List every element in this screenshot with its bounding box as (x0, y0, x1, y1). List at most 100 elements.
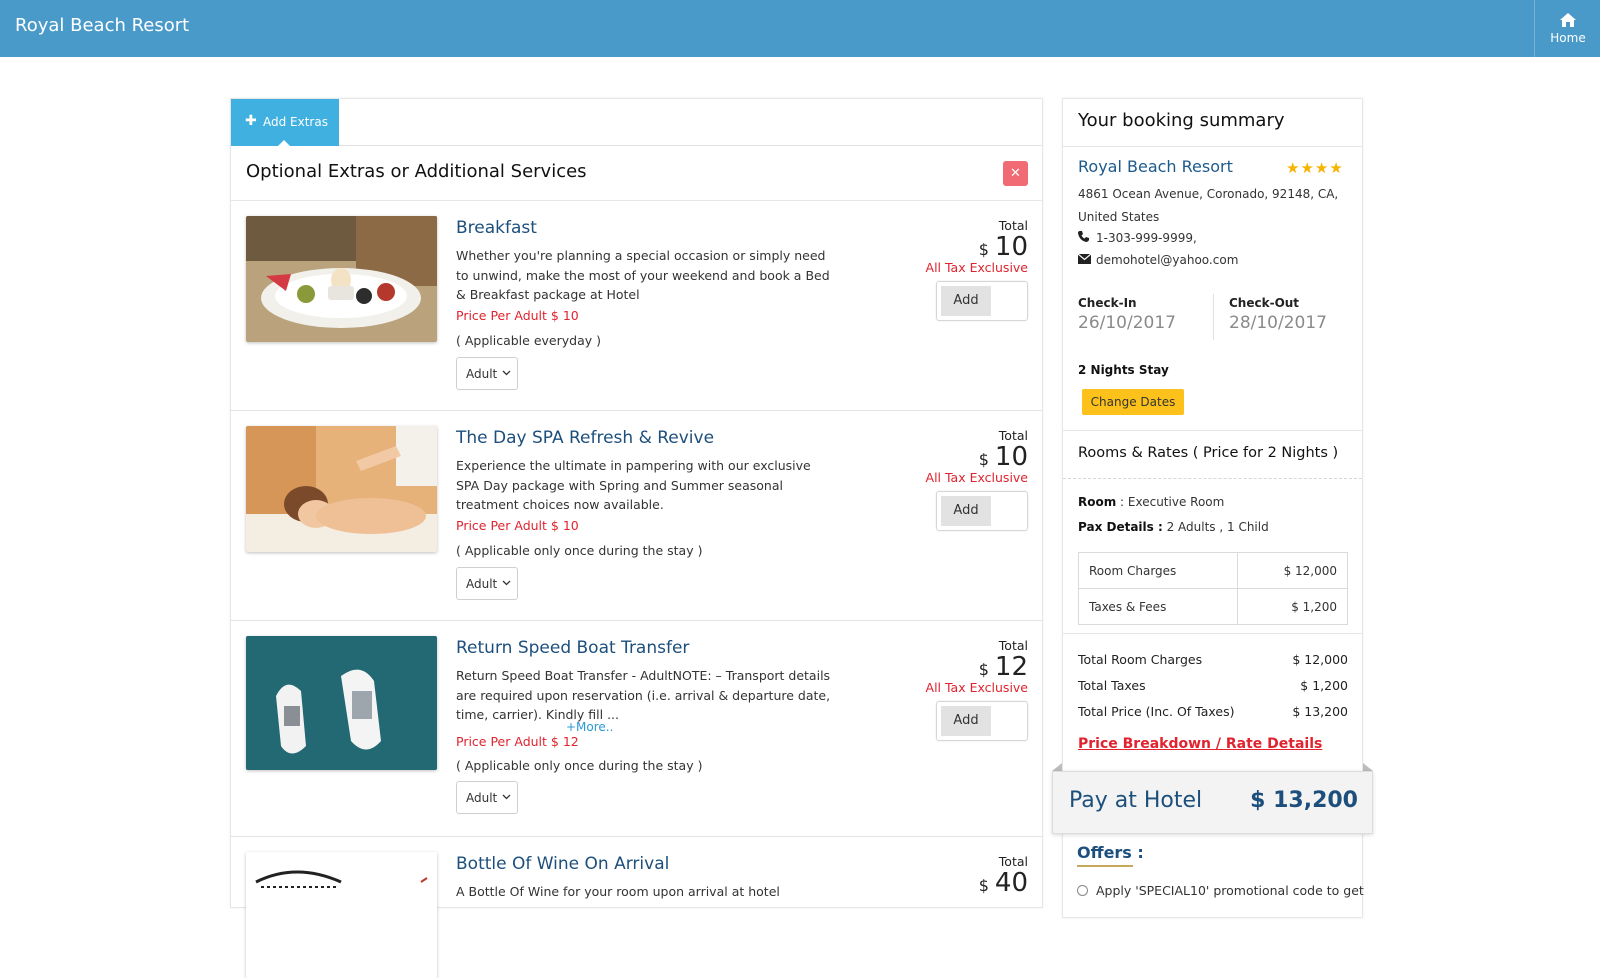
guest-type-select[interactable]: Adult (456, 357, 518, 390)
currency: $ (978, 876, 989, 895)
tab-add-extras[interactable]: ✚ Add Extras (231, 99, 339, 146)
pax-label: Pax Details : (1078, 520, 1163, 534)
extra-description: Experience the ultimate in pampering wit… (456, 458, 811, 512)
offers-title: Offers : (1077, 843, 1144, 862)
change-dates-button[interactable]: Change Dates (1082, 389, 1184, 415)
extra-title[interactable]: Return Speed Boat Transfer (456, 638, 689, 658)
rooms-rates-title: Rooms & Rates ( Price for 2 Nights ) (1078, 445, 1339, 461)
radio-button[interactable] (1077, 885, 1088, 896)
table-row: Room Charges $ 12,000 (1078, 552, 1348, 589)
tab-bar: ✚ Add Extras (231, 99, 1042, 146)
tab-caret (278, 140, 290, 146)
breakfast-image (246, 216, 437, 342)
extra-applicable: ( Applicable everyday ) (456, 333, 601, 348)
add-box: Add (936, 491, 1028, 531)
currency: $ (978, 450, 989, 469)
home-icon (1560, 13, 1576, 27)
add-box: Add (936, 281, 1028, 321)
home-label: Home (1550, 31, 1586, 45)
checkout-date: 28/10/2017 (1229, 313, 1327, 333)
currency: $ (978, 660, 989, 679)
extra-title[interactable]: Breakfast (456, 218, 537, 238)
extra-item-breakfast: Breakfast Whether you're planning a spec… (231, 201, 1042, 411)
extra-price: Price Per Adult $ 12 (456, 734, 579, 749)
total-taxes: Total Taxes $ 1,200 (1078, 678, 1348, 693)
total-room-charges: Total Room Charges $ 12,000 (1078, 652, 1348, 667)
phone-text: 1-303-999-9999, (1096, 231, 1197, 245)
pay-label: Pay at Hotel (1069, 788, 1203, 813)
summary-title: Your booking summary (1078, 110, 1285, 131)
section-title: Optional Extras or Additional Services (246, 161, 587, 182)
hotel-phone: 1-303-999-9999, (1078, 231, 1197, 245)
extra-description: Return Speed Boat Transfer - AdultNOTE: … (456, 668, 831, 722)
offer-option[interactable]: Apply 'SPECIAL10' promotional code to ge… (1077, 883, 1364, 898)
close-icon: ✕ (1010, 166, 1021, 181)
brand-title[interactable]: Royal Beach Resort (15, 15, 189, 36)
total-row-value: $ 13,200 (1292, 704, 1348, 719)
guest-type-value: Adult (466, 367, 498, 381)
extra-title[interactable]: The Day SPA Refresh & Revive (456, 428, 714, 448)
total-row-label: Total Room Charges (1078, 652, 1203, 667)
divider (1063, 430, 1362, 431)
add-box: Add (936, 701, 1028, 741)
checkin-label: Check-In (1078, 296, 1137, 310)
divider (1063, 146, 1362, 147)
add-button[interactable]: Add (941, 496, 991, 526)
total-amount: $10 (979, 232, 1028, 262)
charges-table: Room Charges $ 12,000 Taxes & Fees $ 1,2… (1078, 552, 1348, 625)
hotel-name[interactable]: Royal Beach Resort (1078, 157, 1233, 176)
currency: $ (978, 240, 989, 259)
guest-type-select[interactable]: Adult (456, 567, 518, 600)
add-button[interactable]: Add (941, 286, 991, 316)
boat-image (246, 636, 437, 770)
extra-applicable: ( Applicable only once during the stay ) (456, 758, 703, 773)
total-row-label: Total Taxes (1078, 678, 1146, 693)
home-button[interactable]: Home (1534, 0, 1600, 57)
total-label: Total (998, 638, 1028, 653)
charge-label: Taxes & Fees (1078, 588, 1238, 625)
nights-stay: 2 Nights Stay (1078, 363, 1169, 377)
tab-add-extras-label: Add Extras (263, 115, 328, 129)
total-price: Total Price (Inc. Of Taxes) $ 13,200 (1078, 704, 1348, 719)
offer-text: Apply 'SPECIAL10' promotional code to ge… (1096, 883, 1364, 898)
ribbon-fold-left (1052, 763, 1062, 771)
phone-icon (1078, 231, 1096, 245)
hotel-address: 4861 Ocean Avenue, Coronado, 92148, CA, … (1078, 187, 1339, 224)
tax-note: All Tax Exclusive (925, 260, 1028, 275)
more-link[interactable]: +More.. (566, 720, 613, 734)
ribbon-fold-right (1363, 763, 1373, 771)
add-button[interactable]: Add (941, 706, 991, 736)
room-value: : Executive Room (1116, 495, 1225, 509)
email-text[interactable]: demohotel@yahoo.com (1096, 253, 1238, 267)
divider (1063, 633, 1362, 634)
hotel-email: demohotel@yahoo.com (1077, 253, 1238, 267)
extra-title[interactable]: Bottle Of Wine On Arrival (456, 854, 669, 874)
offers-underline (1077, 865, 1133, 867)
extra-price: Price Per Adult $ 10 (456, 308, 579, 323)
total-value: 10 (994, 442, 1028, 472)
pay-at-hotel-banner: Pay at Hotel $ 13,200 (1052, 771, 1373, 834)
total-label: Total (998, 854, 1028, 869)
total-row-value: $ 12,000 (1292, 652, 1348, 667)
extra-item-boat-transfer: Return Speed Boat Transfer Return Speed … (231, 621, 1042, 837)
extra-item-wine: Bottle Of Wine On Arrival A Bottle Of Wi… (231, 837, 1042, 978)
plus-icon: ✚ (245, 113, 257, 129)
total-amount: $12 (979, 652, 1028, 682)
divider (1213, 294, 1214, 340)
chevron-down-icon (502, 370, 511, 376)
wine-image (246, 852, 437, 978)
checkout-label: Check-Out (1229, 296, 1300, 310)
charge-value: $ 1,200 (1237, 588, 1348, 625)
total-value: 40 (994, 868, 1028, 898)
pax-value: 2 Adults , 1 Child (1162, 520, 1269, 534)
extra-item-spa: The Day SPA Refresh & Revive Experience … (231, 411, 1042, 621)
pax-details: Pax Details : 2 Adults , 1 Child (1078, 520, 1269, 534)
guest-type-select[interactable]: Adult (456, 781, 518, 814)
room-type: Room : Executive Room (1078, 495, 1224, 509)
extras-panel: ✚ Add Extras Optional Extras or Addition… (230, 98, 1043, 978)
price-breakdown-link[interactable]: Price Breakdown / Rate Details (1078, 736, 1322, 752)
chevron-down-icon (502, 794, 511, 800)
total-value: 10 (994, 232, 1028, 262)
close-button[interactable]: ✕ (1003, 161, 1028, 186)
total-label: Total (998, 218, 1028, 233)
